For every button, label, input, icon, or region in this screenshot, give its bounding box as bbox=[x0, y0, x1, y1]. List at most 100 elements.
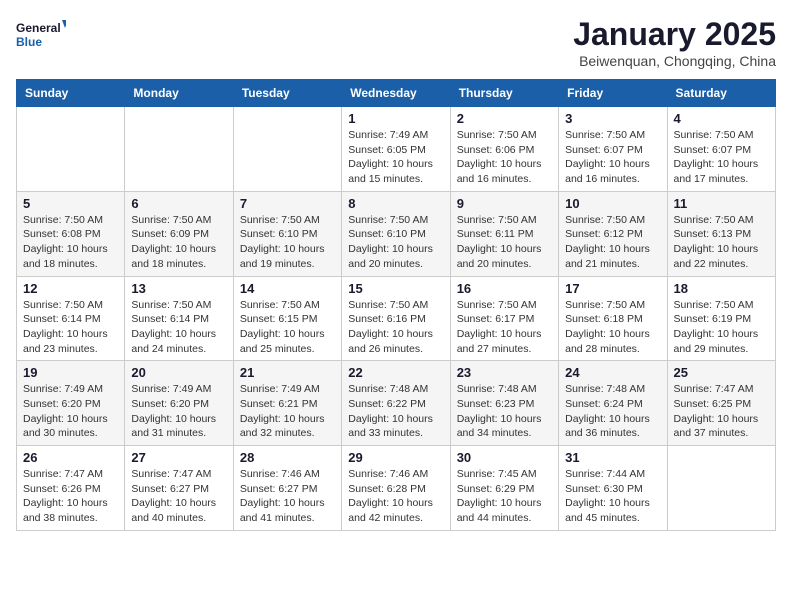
calendar-cell: 25Sunrise: 7:47 AM Sunset: 6:25 PM Dayli… bbox=[667, 361, 775, 446]
calendar-cell: 17Sunrise: 7:50 AM Sunset: 6:18 PM Dayli… bbox=[559, 276, 667, 361]
day-info: Sunrise: 7:50 AM Sunset: 6:07 PM Dayligh… bbox=[674, 128, 769, 187]
calendar-cell: 4 Sunrise: 7:50 AM Sunset: 6:07 PM Daylig… bbox=[667, 107, 775, 192]
calendar-cell: 21Sunrise: 7:49 AM Sunset: 6:21 PM Dayli… bbox=[233, 361, 341, 446]
day-number: 7 bbox=[240, 196, 335, 211]
day-header-tuesday: Tuesday bbox=[233, 80, 341, 107]
calendar-cell: 16 Sunrise: 7:50 AM Sunset: 6:17 PM Dayli… bbox=[450, 276, 558, 361]
day-info: Sunrise: 7:50 AM Sunset: 6:16 PM Dayligh… bbox=[348, 298, 443, 357]
day-number: 1 bbox=[348, 111, 443, 126]
day-info: Sunrise: 7:50 AM Sunset: 6:11 PM Dayligh… bbox=[457, 213, 552, 272]
calendar-cell: 9 Sunrise: 7:50 AM Sunset: 6:11 PM Daylig… bbox=[450, 191, 558, 276]
day-number: 20 bbox=[131, 365, 226, 380]
day-info: Sunrise: 7:50 AM Sunset: 6:09 PM Dayligh… bbox=[131, 213, 226, 272]
day-info: Sunrise: 7:47 AM Sunset: 6:26 PM Dayligh… bbox=[23, 467, 118, 526]
day-info: Sunrise: 7:49 AM Sunset: 6:05 PM Dayligh… bbox=[348, 128, 443, 187]
day-info: Sunrise: 7:46 AM Sunset: 6:27 PM Dayligh… bbox=[240, 467, 335, 526]
days-header-row: SundayMondayTuesdayWednesdayThursdayFrid… bbox=[17, 80, 776, 107]
day-number: 24 bbox=[565, 365, 660, 380]
day-info: Sunrise: 7:50 AM Sunset: 6:08 PM Dayligh… bbox=[23, 213, 118, 272]
day-number: 26 bbox=[23, 450, 118, 465]
calendar-cell: 27 Sunrise: 7:47 AM Sunset: 6:27 PM Dayli… bbox=[125, 446, 233, 531]
day-info: Sunrise: 7:50 AM Sunset: 6:17 PM Dayligh… bbox=[457, 298, 552, 357]
day-header-thursday: Thursday bbox=[450, 80, 558, 107]
day-number: 22 bbox=[348, 365, 443, 380]
day-header-monday: Monday bbox=[125, 80, 233, 107]
day-header-wednesday: Wednesday bbox=[342, 80, 450, 107]
calendar-cell: 23 Sunrise: 7:48 AM Sunset: 6:23 PM Dayli… bbox=[450, 361, 558, 446]
calendar-cell: 8 Sunrise: 7:50 AM Sunset: 6:10 PM Daylig… bbox=[342, 191, 450, 276]
day-info: Sunrise: 7:47 AM Sunset: 6:27 PM Dayligh… bbox=[131, 467, 226, 526]
calendar-cell: 13Sunrise: 7:50 AM Sunset: 6:14 PM Dayli… bbox=[125, 276, 233, 361]
day-number: 19 bbox=[23, 365, 118, 380]
day-info: Sunrise: 7:48 AM Sunset: 6:24 PM Dayligh… bbox=[565, 382, 660, 441]
day-header-friday: Friday bbox=[559, 80, 667, 107]
month-title: January 2025 bbox=[573, 16, 776, 53]
calendar-cell: 22 Sunrise: 7:48 AM Sunset: 6:22 PM Dayli… bbox=[342, 361, 450, 446]
calendar-cell: 30Sunrise: 7:45 AM Sunset: 6:29 PM Dayli… bbox=[450, 446, 558, 531]
day-number: 27 bbox=[131, 450, 226, 465]
day-info: Sunrise: 7:50 AM Sunset: 6:12 PM Dayligh… bbox=[565, 213, 660, 272]
day-number: 28 bbox=[240, 450, 335, 465]
day-number: 21 bbox=[240, 365, 335, 380]
calendar-cell: 20Sunrise: 7:49 AM Sunset: 6:20 PM Dayli… bbox=[125, 361, 233, 446]
day-info: Sunrise: 7:50 AM Sunset: 6:14 PM Dayligh… bbox=[23, 298, 118, 357]
svg-text:Blue: Blue bbox=[16, 35, 42, 49]
day-info: Sunrise: 7:48 AM Sunset: 6:23 PM Dayligh… bbox=[457, 382, 552, 441]
day-info: Sunrise: 7:50 AM Sunset: 6:07 PM Dayligh… bbox=[565, 128, 660, 187]
day-info: Sunrise: 7:50 AM Sunset: 6:14 PM Dayligh… bbox=[131, 298, 226, 357]
svg-text:General: General bbox=[16, 21, 61, 35]
day-number: 10 bbox=[565, 196, 660, 211]
day-info: Sunrise: 7:46 AM Sunset: 6:28 PM Dayligh… bbox=[348, 467, 443, 526]
calendar-cell: 29 Sunrise: 7:46 AM Sunset: 6:28 PM Dayli… bbox=[342, 446, 450, 531]
calendar-cell bbox=[233, 107, 341, 192]
calendar-cell: 2Sunrise: 7:50 AM Sunset: 6:06 PM Daylig… bbox=[450, 107, 558, 192]
calendar-cell: 24 Sunrise: 7:48 AM Sunset: 6:24 PM Dayli… bbox=[559, 361, 667, 446]
day-number: 14 bbox=[240, 281, 335, 296]
day-number: 5 bbox=[23, 196, 118, 211]
day-number: 8 bbox=[348, 196, 443, 211]
location-subtitle: Beiwenquan, Chongqing, China bbox=[573, 53, 776, 69]
calendar-cell: 18 Sunrise: 7:50 AM Sunset: 6:19 PM Dayli… bbox=[667, 276, 775, 361]
calendar-cell: 10 Sunrise: 7:50 AM Sunset: 6:12 PM Dayli… bbox=[559, 191, 667, 276]
day-header-saturday: Saturday bbox=[667, 80, 775, 107]
day-info: Sunrise: 7:50 AM Sunset: 6:19 PM Dayligh… bbox=[674, 298, 769, 357]
day-number: 16 bbox=[457, 281, 552, 296]
calendar-cell: 26 Sunrise: 7:47 AM Sunset: 6:26 PM Dayli… bbox=[17, 446, 125, 531]
day-number: 6 bbox=[131, 196, 226, 211]
calendar-cell: 5 Sunrise: 7:50 AM Sunset: 6:08 PM Daylig… bbox=[17, 191, 125, 276]
calendar-week-3: 12 Sunrise: 7:50 AM Sunset: 6:14 PM Dayli… bbox=[17, 276, 776, 361]
day-number: 12 bbox=[23, 281, 118, 296]
calendar-week-5: 26 Sunrise: 7:47 AM Sunset: 6:26 PM Dayli… bbox=[17, 446, 776, 531]
day-info: Sunrise: 7:50 AM Sunset: 6:10 PM Dayligh… bbox=[240, 213, 335, 272]
calendar-week-2: 5 Sunrise: 7:50 AM Sunset: 6:08 PM Daylig… bbox=[17, 191, 776, 276]
day-number: 23 bbox=[457, 365, 552, 380]
logo-svg: General Blue bbox=[16, 16, 66, 56]
day-number: 18 bbox=[674, 281, 769, 296]
day-number: 31 bbox=[565, 450, 660, 465]
calendar-cell bbox=[125, 107, 233, 192]
page-header: General Blue January 2025 Beiwenquan, Ch… bbox=[16, 16, 776, 69]
day-number: 17 bbox=[565, 281, 660, 296]
calendar-week-1: 1 Sunrise: 7:49 AM Sunset: 6:05 PM Daylig… bbox=[17, 107, 776, 192]
calendar-week-4: 19Sunrise: 7:49 AM Sunset: 6:20 PM Dayli… bbox=[17, 361, 776, 446]
calendar-cell bbox=[17, 107, 125, 192]
day-info: Sunrise: 7:50 AM Sunset: 6:10 PM Dayligh… bbox=[348, 213, 443, 272]
calendar-cell bbox=[667, 446, 775, 531]
day-number: 15 bbox=[348, 281, 443, 296]
day-info: Sunrise: 7:44 AM Sunset: 6:30 PM Dayligh… bbox=[565, 467, 660, 526]
day-info: Sunrise: 7:50 AM Sunset: 6:13 PM Dayligh… bbox=[674, 213, 769, 272]
day-number: 3 bbox=[565, 111, 660, 126]
day-number: 9 bbox=[457, 196, 552, 211]
day-info: Sunrise: 7:47 AM Sunset: 6:25 PM Dayligh… bbox=[674, 382, 769, 441]
day-info: Sunrise: 7:48 AM Sunset: 6:22 PM Dayligh… bbox=[348, 382, 443, 441]
day-info: Sunrise: 7:50 AM Sunset: 6:15 PM Dayligh… bbox=[240, 298, 335, 357]
calendar-table: SundayMondayTuesdayWednesdayThursdayFrid… bbox=[16, 79, 776, 531]
day-info: Sunrise: 7:50 AM Sunset: 6:06 PM Dayligh… bbox=[457, 128, 552, 187]
day-header-sunday: Sunday bbox=[17, 80, 125, 107]
calendar-cell: 3 Sunrise: 7:50 AM Sunset: 6:07 PM Daylig… bbox=[559, 107, 667, 192]
day-number: 29 bbox=[348, 450, 443, 465]
day-info: Sunrise: 7:45 AM Sunset: 6:29 PM Dayligh… bbox=[457, 467, 552, 526]
calendar-cell: 15 Sunrise: 7:50 AM Sunset: 6:16 PM Dayli… bbox=[342, 276, 450, 361]
calendar-cell: 11Sunrise: 7:50 AM Sunset: 6:13 PM Dayli… bbox=[667, 191, 775, 276]
day-number: 4 bbox=[674, 111, 769, 126]
